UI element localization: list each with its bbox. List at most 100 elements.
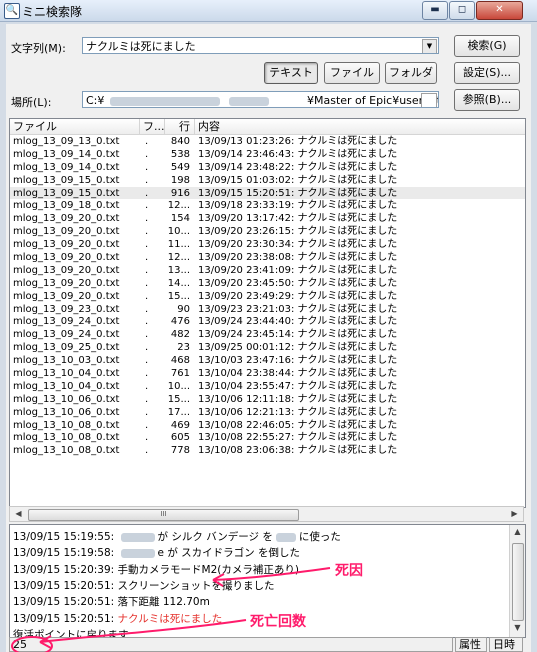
- search-label: 文字列(M):: [11, 42, 66, 55]
- cell-content: 13/10/03 23:47:16: ナクルミは死にました: [198, 355, 398, 367]
- scroll-grip: III: [160, 510, 167, 518]
- cell-file: mlog_13_09_25_0.txt: [13, 342, 120, 354]
- log-timestamp: 13/09/15 15:19:55:: [13, 531, 118, 543]
- maximize-button[interactable]: ◻: [449, 1, 475, 20]
- column-header-file[interactable]: ファイル: [10, 119, 140, 134]
- result-count: 25: [9, 637, 453, 652]
- log-timestamp: 13/09/15 15:19:58:: [13, 547, 118, 560]
- cell-line: 469: [170, 419, 190, 431]
- cell-content: 13/10/06 12:11:18: ナクルミは死にました: [198, 393, 398, 405]
- log-message: が シルク バンデージ を: [157, 531, 273, 543]
- settings-button[interactable]: 設定(S)...: [454, 62, 520, 84]
- column-header-content[interactable]: 内容: [195, 119, 525, 134]
- column-header-f[interactable]: フ...: [140, 119, 165, 134]
- cell-file: mlog_13_09_23_0.txt: [13, 303, 120, 315]
- search-input[interactable]: ナクルミは死にました ▼: [82, 37, 439, 54]
- table-row[interactable]: mlog_13_09_14_0.txt. 549 13/09/14 23:48:22…: [10, 161, 525, 174]
- cell-file: mlog_13_09_20_0.txt: [13, 290, 120, 302]
- log-line: 13/09/15 15:20:51: スクリーンショットを撮りました: [13, 578, 275, 593]
- cell-content: 13/09/25 00:01:12: ナクルミは死にました: [198, 342, 398, 354]
- table-row[interactable]: mlog_13_09_14_0.txt. 538 13/09/14 23:46:43…: [10, 148, 525, 161]
- location-label: 場所(L):: [11, 96, 52, 109]
- cell-content: 13/09/15 01:03:02: ナクルミは死にました: [198, 174, 398, 186]
- table-row[interactable]: mlog_13_09_20_0.txt. 13... 13/09/20 23:41:…: [10, 264, 525, 277]
- cell-content: 13/09/20 23:49:29: ナクルミは死にました: [198, 290, 398, 302]
- cell-file: mlog_13_09_20_0.txt: [13, 213, 120, 225]
- table-row[interactable]: mlog_13_10_08_0.txt. 605 13/10/08 22:55:27…: [10, 431, 525, 444]
- cell-line: 154: [170, 213, 190, 225]
- log-timestamp: 13/09/15 15:20:51:: [13, 596, 118, 609]
- results-list[interactable]: ファイル フ... 行 内容 mlog_13_09_13_0.txt. 840 13…: [9, 118, 526, 508]
- cell-content: 13/10/08 22:46:05: ナクルミは死にました: [198, 419, 398, 431]
- table-row[interactable]: mlog_13_09_15_0.txt. 916 13/09/15 15:20:51…: [10, 186, 525, 200]
- scroll-right-icon[interactable]: ▶: [507, 507, 522, 521]
- table-row[interactable]: mlog_13_10_08_0.txt. 469 13/10/08 22:46:05…: [10, 419, 525, 432]
- browse-button[interactable]: 参照(B)...: [454, 89, 520, 111]
- table-row[interactable]: mlog_13_10_03_0.txt. 468 13/10/03 23:47:16…: [10, 354, 525, 367]
- minimize-button[interactable]: ▬: [422, 1, 448, 20]
- table-row[interactable]: mlog_13_09_20_0.txt. 11... 13/09/20 23:30:…: [10, 238, 525, 251]
- table-row[interactable]: mlog_13_09_18_0.txt. 12... 13/09/18 23:33:…: [10, 199, 525, 212]
- cell-content: 13/09/20 13:17:42: ナクルミは死にました: [198, 213, 398, 225]
- table-row[interactable]: mlog_13_09_23_0.txt. 90 13/09/23 23:21:03:…: [10, 303, 525, 316]
- table-row[interactable]: mlog_13_09_20_0.txt. 154 13/09/20 13:17:42…: [10, 212, 525, 225]
- close-button[interactable]: ✕: [476, 1, 523, 20]
- mode-file-button[interactable]: ファイル: [324, 62, 380, 84]
- chevron-down-icon[interactable]: ▼: [422, 39, 437, 53]
- cell-file: mlog_13_10_04_0.txt: [13, 368, 120, 380]
- vertical-scrollbar[interactable]: ▲ ▼: [509, 525, 525, 637]
- cell-file: mlog_13_09_20_0.txt: [13, 226, 120, 238]
- cell-line: 15...: [167, 393, 190, 405]
- window-title: ミニ検索隊: [22, 5, 83, 19]
- table-row[interactable]: mlog_13_10_04_0.txt. 10... 13/10/04 23:55:…: [10, 380, 525, 393]
- location-dropdown[interactable]: [421, 93, 437, 107]
- table-row[interactable]: mlog_13_09_15_0.txt. 198 13/09/15 01:03:02…: [10, 174, 525, 187]
- mode-folder-button[interactable]: フォルダ: [385, 62, 437, 84]
- cell-line: 916: [170, 187, 190, 199]
- location-input[interactable]: C:¥ ¥Master of Epic¥userdata: [82, 91, 439, 108]
- table-row[interactable]: mlog_13_10_04_0.txt. 761 13/10/04 23:38:44…: [10, 367, 525, 380]
- cell-file: mlog_13_09_15_0.txt: [13, 174, 120, 186]
- scroll-left-icon[interactable]: ◀: [11, 507, 26, 521]
- cell-line: 23: [177, 342, 190, 354]
- table-row[interactable]: mlog_13_09_20_0.txt. 12... 13/09/20 23:38:…: [10, 251, 525, 264]
- table-row[interactable]: mlog_13_09_24_0.txt. 476 13/09/24 23:44:40…: [10, 315, 525, 328]
- cell-file: mlog_13_09_24_0.txt: [13, 329, 120, 341]
- table-row[interactable]: mlog_13_09_20_0.txt. 14... 13/09/20 23:45:…: [10, 277, 525, 290]
- app-window: 🔍 ミニ検索隊 ▬ ◻ ✕ 文字列(M): ナクルミは死にました ▼ 検索(G)…: [0, 0, 537, 652]
- cell-file: mlog_13_09_18_0.txt: [13, 200, 120, 212]
- table-row[interactable]: mlog_13_10_06_0.txt. 17... 13/10/06 12:21:…: [10, 406, 525, 419]
- cell-file: mlog_13_10_04_0.txt: [13, 380, 120, 392]
- mode-text-button[interactable]: テキスト: [264, 62, 318, 84]
- client-area: 文字列(M): ナクルミは死にました ▼ 検索(G) テキスト ファイル フォル…: [6, 24, 531, 652]
- redacted-path: [109, 96, 220, 106]
- table-row[interactable]: mlog_13_09_24_0.txt. 482 13/09/24 23:45:14…: [10, 328, 525, 341]
- location-prefix: C:¥: [86, 94, 105, 107]
- scroll-up-icon[interactable]: ▲: [510, 525, 525, 539]
- column-header-line[interactable]: 行: [165, 119, 195, 134]
- search-button[interactable]: 検索(G): [454, 35, 520, 57]
- title-bar[interactable]: 🔍 ミニ検索隊 ▬ ◻ ✕: [0, 0, 537, 22]
- table-row[interactable]: mlog_13_09_13_0.txt. 840 13/09/13 01:23:26…: [10, 135, 525, 148]
- cell-file: mlog_13_10_08_0.txt: [13, 445, 120, 457]
- cell-content: 13/09/20 23:30:34: ナクルミは死にました: [198, 239, 398, 251]
- cell-line: 17...: [167, 406, 190, 418]
- cell-content: 13/09/20 23:26:15: ナクルミは死にました: [198, 226, 398, 238]
- cell-content: 13/09/24 23:44:40: ナクルミは死にました: [198, 316, 398, 328]
- cell-line: 198: [170, 174, 190, 186]
- cell-file: mlog_13_09_20_0.txt: [13, 277, 120, 289]
- scroll-thumb[interactable]: [512, 543, 524, 621]
- table-row[interactable]: mlog_13_10_06_0.txt. 15... 13/10/06 12:11:…: [10, 393, 525, 406]
- list-rows: mlog_13_09_13_0.txt. 840 13/09/13 01:23:26…: [10, 135, 525, 457]
- scroll-thumb[interactable]: III: [28, 509, 299, 521]
- cell-file: mlog_13_09_14_0.txt: [13, 148, 120, 160]
- log-line: 13/09/15 15:20:39: 手動カメラモードM2(カメラ補正あり): [13, 562, 299, 577]
- scroll-down-icon[interactable]: ▼: [510, 621, 525, 635]
- table-row[interactable]: mlog_13_09_25_0.txt. 23 13/09/25 00:01:12:…: [10, 341, 525, 354]
- cell-file: mlog_13_10_06_0.txt: [13, 393, 120, 405]
- table-row[interactable]: mlog_13_09_20_0.txt. 15... 13/09/20 23:49:…: [10, 290, 525, 303]
- table-row[interactable]: mlog_13_10_08_0.txt. 778 13/10/08 23:06:38…: [10, 444, 525, 457]
- horizontal-scrollbar[interactable]: ◀ III ▶: [9, 506, 524, 522]
- cell-file: mlog_13_09_20_0.txt: [13, 264, 120, 276]
- table-row[interactable]: mlog_13_09_20_0.txt. 10... 13/09/20 23:26:…: [10, 225, 525, 238]
